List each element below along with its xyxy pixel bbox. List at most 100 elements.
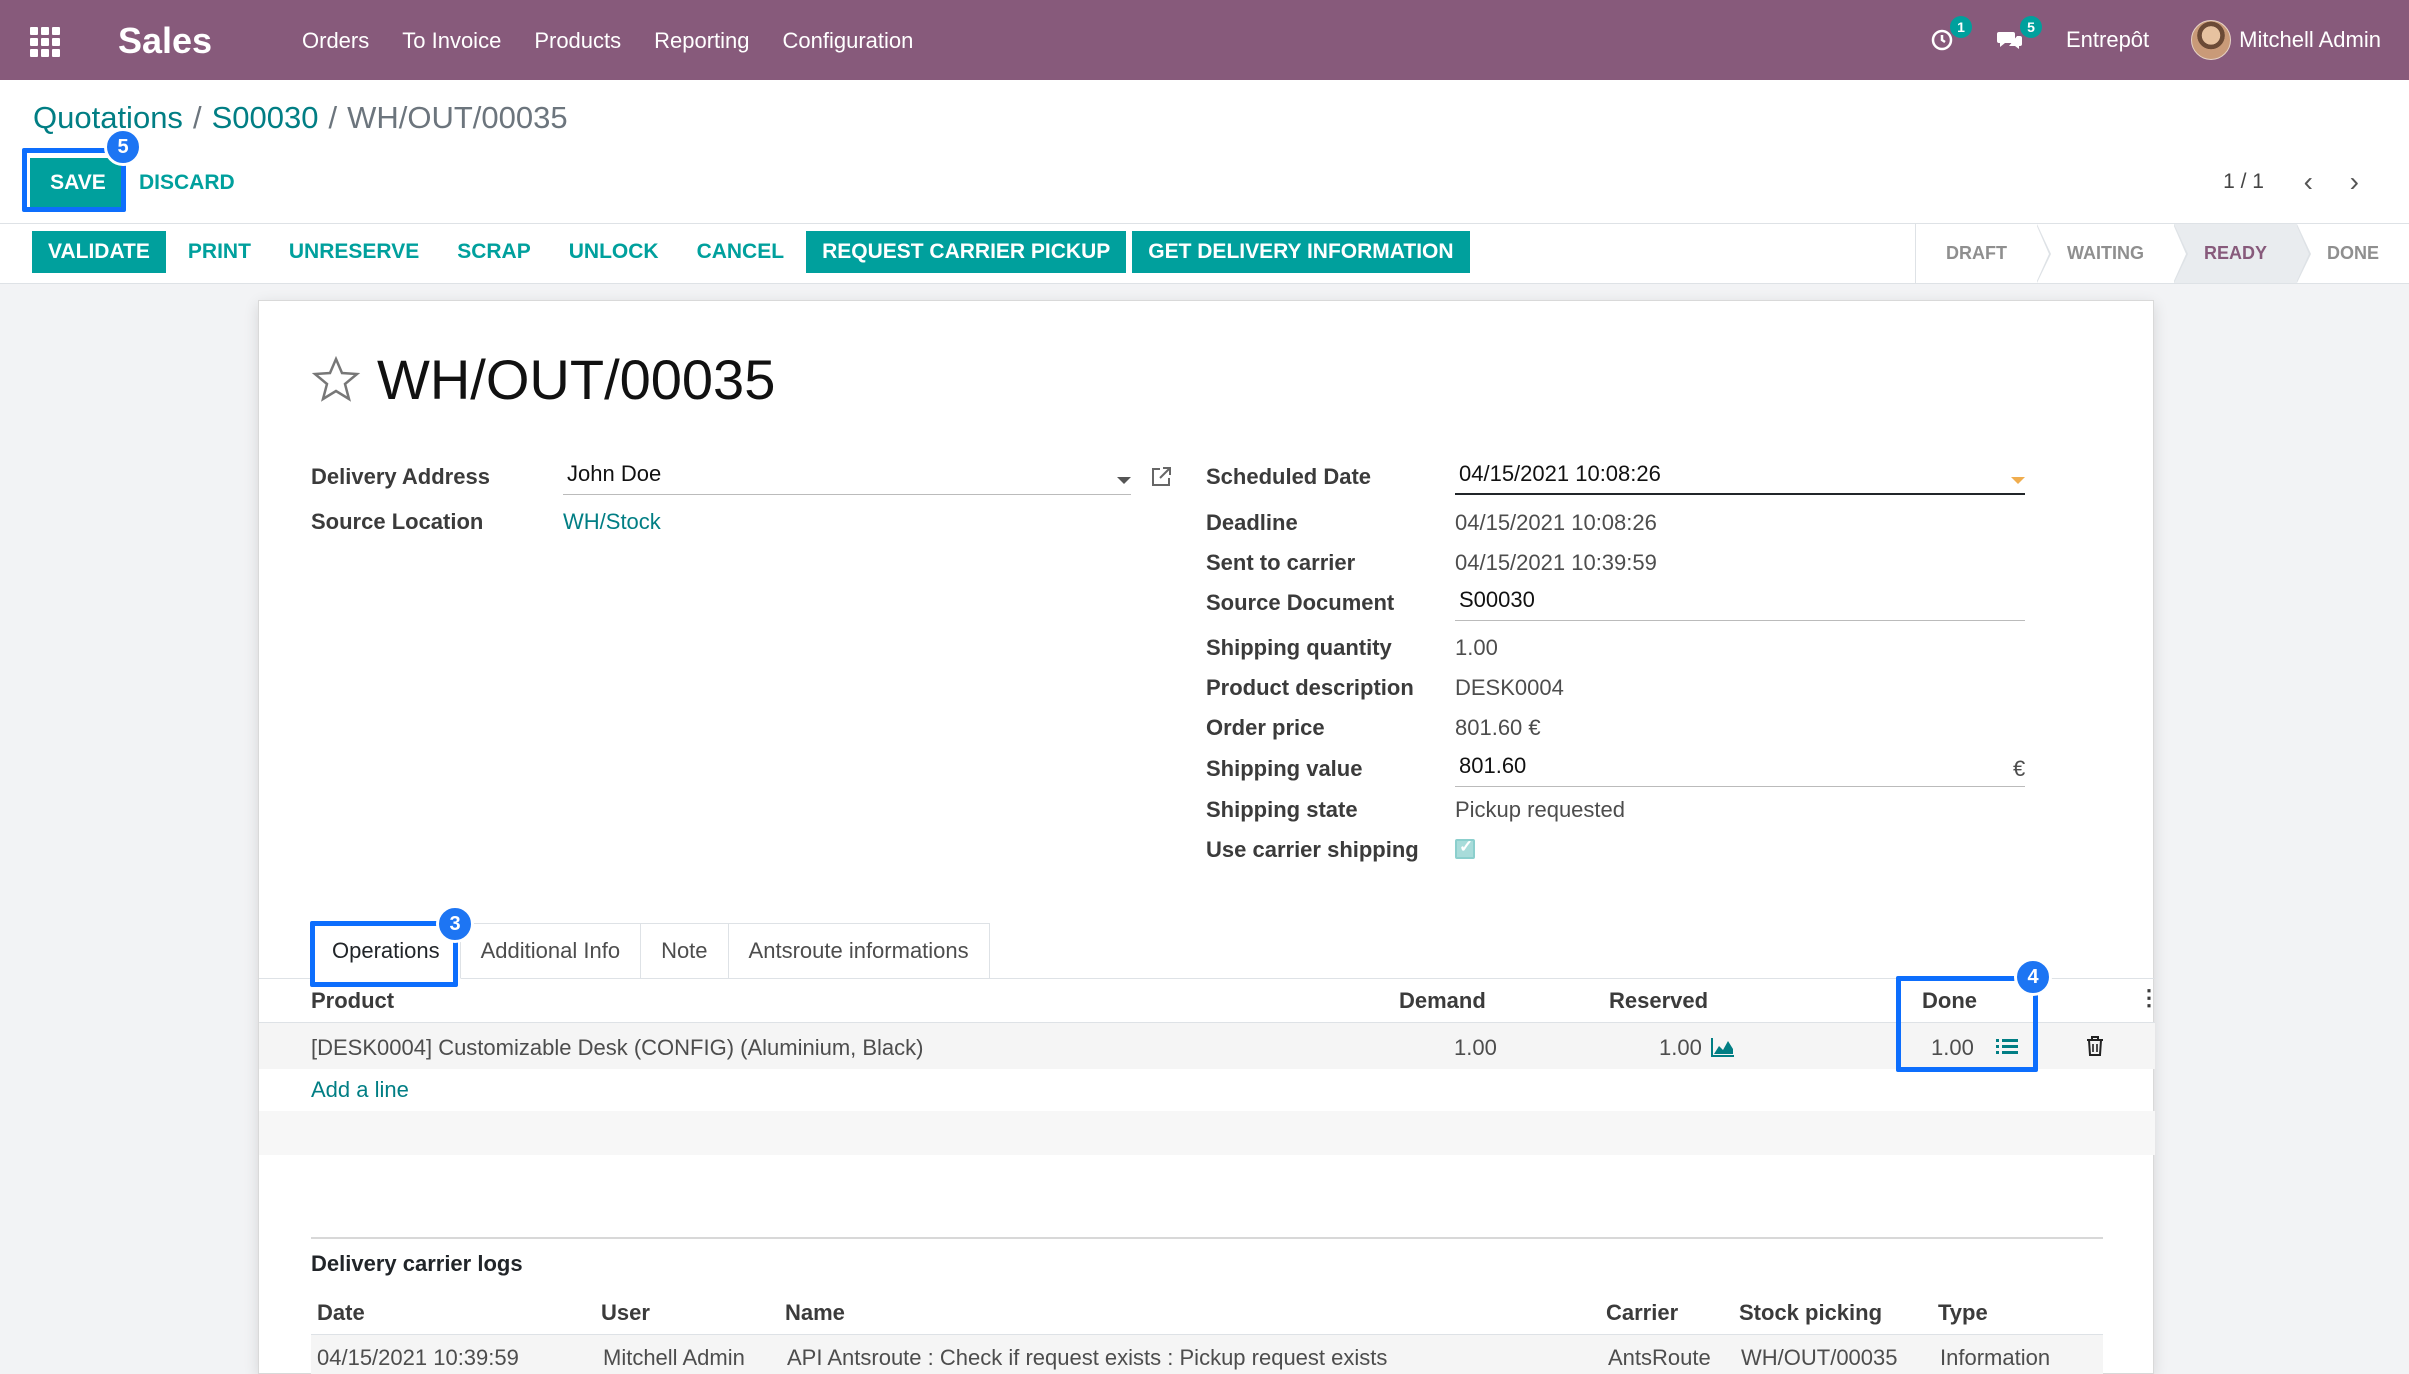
- logs-row-type: Information: [1940, 1345, 2051, 1370]
- delivery-address-label: Delivery Address: [311, 464, 490, 489]
- row-product: [DESK0004] Customizable Desk (CONFIG) (A…: [311, 1035, 924, 1060]
- column-reserved[interactable]: Reserved: [1609, 988, 1708, 1014]
- logs-row-date: 04/15/2021 10:39:59: [317, 1345, 519, 1370]
- discard-button[interactable]: DISCARD: [139, 158, 235, 208]
- table-row[interactable]: 04/15/2021 10:39:59 Mitchell Admin API A…: [311, 1335, 2103, 1374]
- messaging-menu[interactable]: 5: [1996, 16, 2042, 52]
- control-panel: Quotations / S00030/WH/OUT/00035 SAVE DISC…: [0, 80, 2409, 224]
- stage-ready[interactable]: READY: [2173, 224, 2312, 283]
- app-name[interactable]: Sales: [118, 20, 212, 62]
- tab-antsroute-informations[interactable]: Antsroute informations: [728, 923, 990, 979]
- done-step-badge: 4: [2014, 958, 2052, 996]
- user-menu[interactable]: Mitchell Admin: [2191, 20, 2381, 60]
- activity-count-badge: 1: [1949, 16, 1972, 38]
- table-row[interactable]: [DESK0004] Customizable Desk (CONFIG) (A…: [259, 1023, 2155, 1069]
- menu-orders[interactable]: Orders: [302, 28, 369, 54]
- request-carrier-pickup-button[interactable]: REQUEST CARRIER PICKUP: [806, 231, 1127, 273]
- source-location-link[interactable]: WH/Stock: [563, 509, 661, 535]
- use-carrier-shipping-checkbox[interactable]: [1455, 837, 1475, 859]
- logs-header: Date User Name Carrier Stock picking Typ…: [311, 1291, 2103, 1335]
- source-document-field[interactable]: S00030: [1455, 587, 2025, 621]
- get-delivery-information-button[interactable]: GET DELIVERY INFORMATION: [1132, 231, 1470, 273]
- logs-row-user: Mitchell Admin: [603, 1345, 745, 1370]
- odoo-app: Sales Orders To Invoice Products Reporti…: [0, 0, 2409, 1374]
- sent-to-carrier-label: Sent to carrier: [1206, 550, 1356, 575]
- pager-value[interactable]: 1 / 1: [2223, 170, 2264, 194]
- shipping-value-label: Shipping value: [1206, 756, 1363, 781]
- menu-reporting[interactable]: Reporting: [654, 28, 749, 54]
- activity-menu[interactable]: 1: [1930, 16, 1972, 52]
- cancel-button[interactable]: CANCEL: [681, 231, 801, 273]
- breadcrumb-quotations[interactable]: Quotations: [33, 100, 183, 135]
- save-step-badge: 5: [104, 128, 142, 166]
- chevron-down-icon[interactable]: [2011, 477, 2025, 484]
- logs-column-date[interactable]: Date: [317, 1300, 365, 1326]
- company-switcher[interactable]: Entrepôt: [2066, 27, 2149, 53]
- chevron-right-icon[interactable]: ›: [2350, 166, 2359, 198]
- unlock-button[interactable]: UNLOCK: [553, 231, 675, 273]
- tab-additional-info[interactable]: Additional Info: [460, 923, 642, 979]
- menu-to-invoice[interactable]: To Invoice: [402, 28, 501, 54]
- scheduled-date-field[interactable]: 04/15/2021 10:08:26: [1455, 461, 2025, 495]
- column-demand[interactable]: Demand: [1399, 988, 1486, 1014]
- order-price-label: Order price: [1206, 715, 1325, 740]
- product-description-label: Product description: [1206, 675, 1414, 700]
- external-link-icon[interactable]: [1149, 465, 1173, 489]
- trash-icon[interactable]: [2085, 1035, 2105, 1057]
- logs-column-user[interactable]: User: [601, 1300, 650, 1326]
- scheduled-date-label: Scheduled Date: [1206, 464, 1372, 489]
- row-demand: 1.00: [1454, 1035, 1497, 1060]
- chevron-left-icon[interactable]: ‹: [2304, 166, 2313, 198]
- detailed-operations-list-icon[interactable]: [1995, 1037, 2019, 1057]
- messages-count-badge: 5: [2019, 16, 2042, 38]
- sent-to-carrier-value: 04/15/2021 10:39:59: [1455, 550, 1657, 575]
- order-price-value: 801.60 €: [1455, 715, 1541, 740]
- delivery-address-field[interactable]: John Doe: [563, 461, 1131, 495]
- save-button[interactable]: SAVE: [30, 158, 126, 208]
- logs-row-stock-picking: WH/OUT/00035: [1741, 1345, 1898, 1370]
- form-sheet: WH/OUT/00035 Delivery Address John Doe S…: [258, 300, 2160, 1374]
- unreserve-button[interactable]: UNRESERVE: [273, 231, 435, 273]
- logs-column-type[interactable]: Type: [1938, 1300, 1988, 1326]
- action-buttons: VALIDATE PRINT UNRESERVE SCRAP UNLOCK CA…: [32, 231, 1476, 273]
- chevron-down-icon[interactable]: [1117, 477, 1131, 484]
- notebook-tabs: Operations Additional Info Note Antsrout…: [311, 923, 990, 979]
- shipping-value-field[interactable]: 801.60: [1455, 753, 2025, 787]
- operations-footer: [259, 1111, 2155, 1155]
- user-name: Mitchell Admin: [2239, 27, 2381, 52]
- breadcrumb-order[interactable]: S00030: [212, 100, 319, 135]
- logs-column-carrier[interactable]: Carrier: [1606, 1300, 1678, 1326]
- menu-configuration[interactable]: Configuration: [783, 28, 914, 54]
- title-row: WH/OUT/00035: [311, 347, 775, 412]
- column-options-icon[interactable]: ⋮: [2138, 985, 2160, 1011]
- source-location-label: Source Location: [311, 509, 484, 534]
- add-line-link[interactable]: Add a line: [311, 1077, 409, 1103]
- shipping-quantity-value: 1.00: [1455, 635, 1498, 660]
- star-icon[interactable]: [311, 355, 361, 405]
- column-done[interactable]: Done: [1922, 988, 1977, 1014]
- deadline-label: Deadline: [1206, 510, 1298, 535]
- stage-bar: DRAFT WAITING READY DONE: [1914, 224, 2409, 283]
- chat-icon: [1996, 32, 2022, 49]
- row-reserved: 1.00: [1659, 1035, 1702, 1060]
- logs-column-stock-picking[interactable]: Stock picking: [1739, 1300, 1882, 1326]
- shipping-state-value: Pickup requested: [1455, 797, 1625, 822]
- print-button[interactable]: PRINT: [172, 231, 267, 273]
- row-done[interactable]: 1.00: [1931, 1035, 1974, 1061]
- avatar: [2191, 20, 2232, 60]
- validate-button[interactable]: VALIDATE: [32, 231, 166, 273]
- breadcrumb-current: WH/OUT/00035: [347, 100, 568, 135]
- tab-note[interactable]: Note: [641, 923, 729, 979]
- stage-done[interactable]: DONE: [2297, 224, 2409, 283]
- stage-waiting[interactable]: WAITING: [2037, 224, 2188, 283]
- top-navbar: Sales Orders To Invoice Products Reporti…: [0, 0, 2409, 80]
- logs-column-name[interactable]: Name: [785, 1300, 845, 1326]
- logs-row-carrier: AntsRoute: [1608, 1345, 1711, 1370]
- logs-row-name: API Antsroute : Check if request exists …: [787, 1345, 1388, 1370]
- forecast-chart-icon[interactable]: [1711, 1037, 1735, 1057]
- apps-menu-icon[interactable]: [30, 27, 60, 57]
- stage-draft[interactable]: DRAFT: [1916, 224, 2051, 283]
- scrap-button[interactable]: SCRAP: [441, 231, 547, 273]
- menu-products[interactable]: Products: [534, 28, 621, 54]
- column-product[interactable]: Product: [311, 988, 394, 1014]
